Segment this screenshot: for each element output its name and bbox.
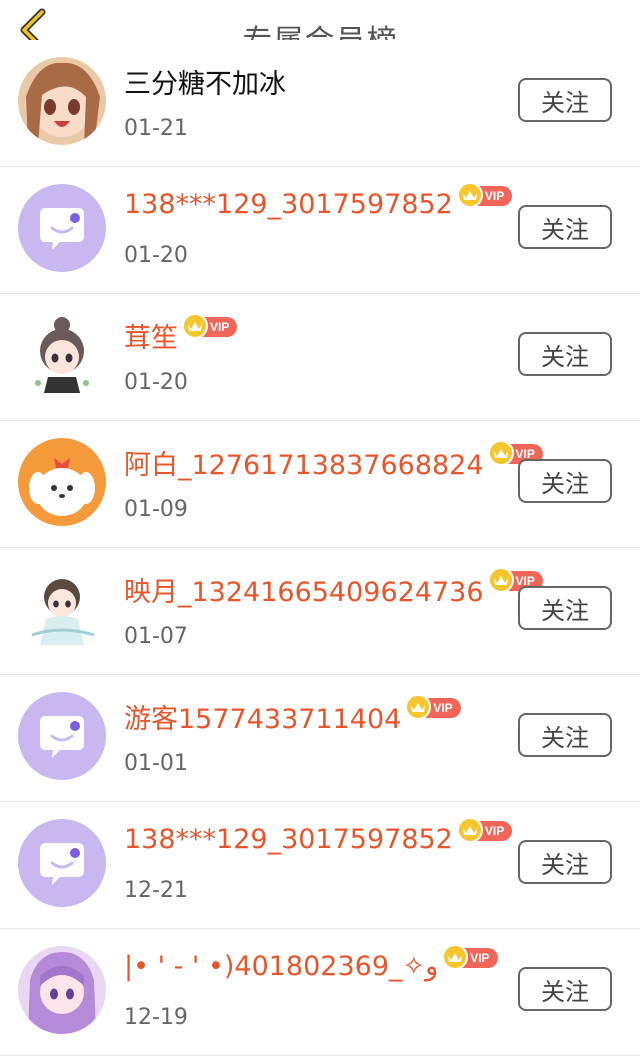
follow-button[interactable]: 关注 <box>518 205 612 249</box>
crown-icon <box>487 439 514 466</box>
follow-button[interactable]: 关注 <box>518 332 612 376</box>
member-name: 138***129_3017597852 <box>124 824 453 855</box>
vip-label: VIP <box>433 700 453 715</box>
avatar[interactable] <box>18 57 106 145</box>
member-date: 01-21 <box>124 116 188 141</box>
member-date: 01-07 <box>124 624 188 649</box>
avatar[interactable] <box>18 946 106 1034</box>
crown-icon <box>456 816 483 843</box>
vip-label: VIP <box>470 950 490 965</box>
follow-button[interactable]: 关注 <box>518 967 612 1011</box>
member-date: 12-21 <box>124 878 188 903</box>
name-line: |• ' - ' •)401802369_✧و VIP <box>124 943 498 982</box>
avatar[interactable] <box>18 819 106 907</box>
list-item[interactable]: |• ' - ' •)401802369_✧و VIP 12-19 关注 <box>0 929 640 1056</box>
follow-button[interactable]: 关注 <box>518 586 612 630</box>
vip-badge: VIP <box>405 693 461 720</box>
avatar[interactable] <box>18 692 106 780</box>
member-name: |• ' - ' •)401802369_✧و <box>124 951 439 982</box>
avatar[interactable] <box>18 438 106 526</box>
name-line: 三分糖不加冰 <box>124 62 286 101</box>
crown-icon <box>182 312 208 339</box>
name-line: 游客1577433711404 VIP <box>124 693 461 736</box>
member-date: 12-19 <box>124 1005 188 1030</box>
name-line: 茸笙 VIP <box>124 312 238 355</box>
member-name: 游客1577433711404 <box>124 704 402 735</box>
list-item[interactable]: 138***129_3017597852 VIP 12-21 关注 <box>0 802 640 929</box>
vip-label: VIP <box>210 319 230 334</box>
follow-button[interactable]: 关注 <box>518 713 612 757</box>
vip-badge: VIP <box>182 312 238 339</box>
member-date: 01-09 <box>124 497 188 522</box>
name-line: 映月_13241665409624736 VIP <box>124 566 543 609</box>
crown-icon <box>442 943 469 970</box>
member-date: 01-20 <box>124 243 188 268</box>
member-name: 映月_13241665409624736 <box>124 577 484 608</box>
list-item[interactable]: 映月_13241665409624736 VIP 01-07 关注 <box>0 548 640 675</box>
follow-button[interactable]: 关注 <box>518 78 612 122</box>
member-list: 三分糖不加冰 01-21 关注 138***129_3017597852 VIP 01-2… <box>0 40 640 1056</box>
crown-icon <box>456 181 483 208</box>
vip-badge: VIP <box>442 943 498 970</box>
vip-badge: VIP <box>456 181 513 208</box>
member-date: 01-01 <box>124 751 188 776</box>
list-item[interactable]: 游客1577433711404 VIP 01-01 关注 <box>0 675 640 802</box>
vip-label: VIP <box>484 823 505 838</box>
member-name: 茸笙 <box>124 323 178 354</box>
name-line: 阿白_12761713837668824 VIP <box>124 439 543 482</box>
name-line: 138***129_3017597852 VIP <box>124 181 513 220</box>
name-line: 138***129_3017597852 VIP <box>124 816 513 855</box>
list-item[interactable]: 三分糖不加冰 01-21 关注 <box>0 40 640 167</box>
vip-badge: VIP <box>456 816 513 843</box>
list-item[interactable]: 茸笙 VIP 01-20 关注 <box>0 294 640 421</box>
member-name: 三分糖不加冰 <box>124 69 286 100</box>
avatar[interactable] <box>18 565 106 653</box>
crown-icon <box>405 693 432 720</box>
member-name: 阿白_12761713837668824 <box>124 450 484 481</box>
member-date: 01-20 <box>124 370 188 395</box>
follow-button[interactable]: 关注 <box>518 840 612 884</box>
avatar[interactable] <box>18 184 106 272</box>
member-name: 138***129_3017597852 <box>124 189 453 220</box>
list-item[interactable]: 138***129_3017597852 VIP 01-20 关注 <box>0 167 640 294</box>
follow-button[interactable]: 关注 <box>518 459 612 503</box>
crown-icon <box>487 566 514 593</box>
vip-label: VIP <box>484 188 505 203</box>
avatar[interactable] <box>18 311 106 399</box>
list-item[interactable]: 阿白_12761713837668824 VIP 01-09 关注 <box>0 421 640 548</box>
